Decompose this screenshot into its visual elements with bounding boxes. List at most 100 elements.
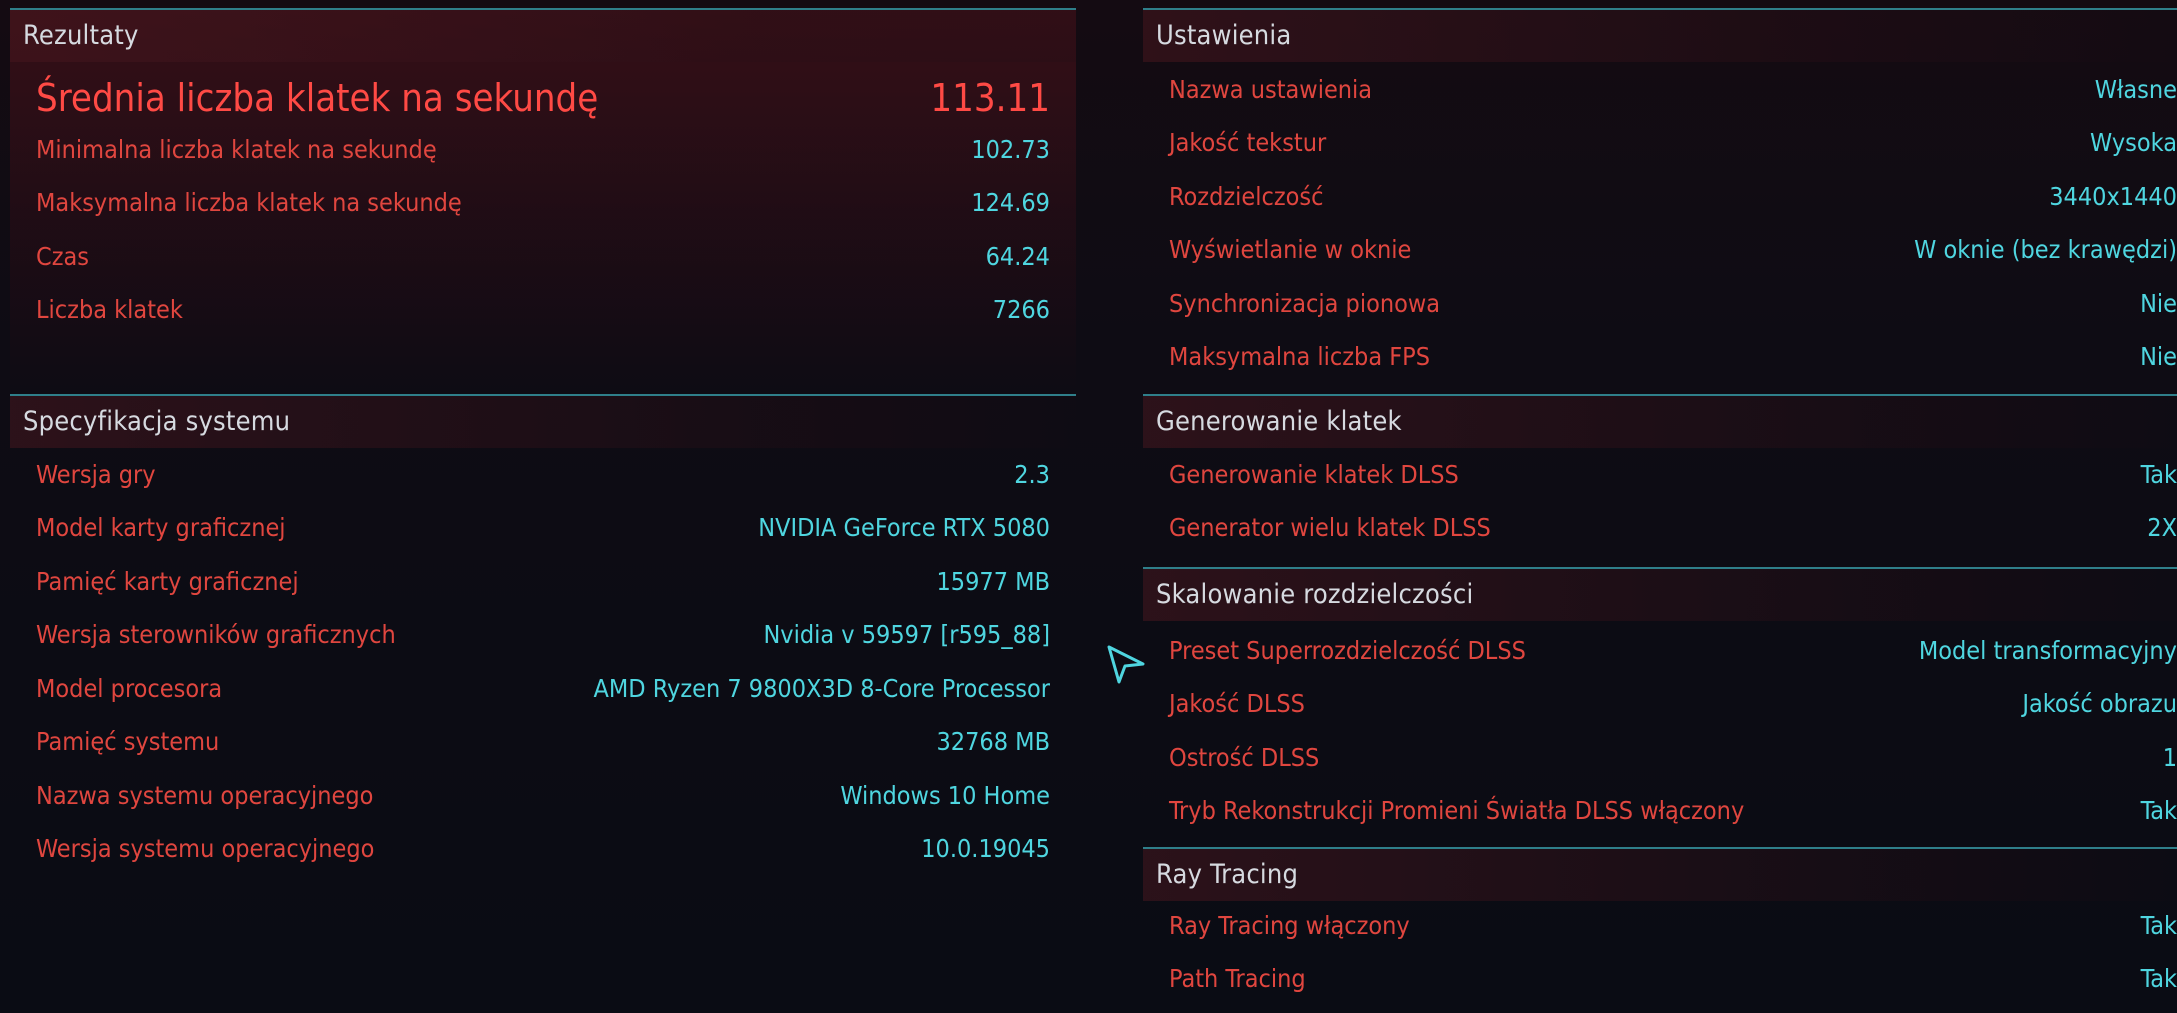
- setting-row-dlss-sharpness: Ostrość DLSS 1: [1143, 731, 2177, 784]
- setting-row-texture-quality: Jakość tekstur Wysoka: [1143, 116, 2177, 169]
- row-label: Generator wielu klatek DLSS: [1169, 513, 1491, 542]
- row-value: Model transformacyjny: [1918, 636, 2177, 665]
- result-row-frames: Liczba klatek 7266: [10, 283, 1076, 336]
- row-label: Preset Superrozdzielczość DLSS: [1169, 636, 1526, 665]
- setting-row-resolution: Rozdzielczość 3440x1440: [1143, 170, 2177, 223]
- row-label: Maksymalna liczba FPS: [1169, 342, 1431, 371]
- resolution-scaling-section: Skalowanie rozdzielczości Preset Superro…: [1143, 567, 2177, 849]
- row-value: 10.0.19045: [921, 834, 1050, 863]
- setting-row-vsync: Synchronizacja pionowa Nie: [1143, 277, 2177, 330]
- row-value: 7266: [992, 295, 1050, 324]
- row-label: Wersja sterowników graficznych: [36, 620, 396, 649]
- setting-row-window-mode: Wyświetlanie w oknie W oknie (bez krawęd…: [1143, 223, 2177, 276]
- results-section: Rezultaty Średnia liczba klatek na sekun…: [10, 8, 1076, 394]
- setting-row-dlss-ray-reconstruction: Tryb Rekonstrukcji Promieni Światła DLSS…: [1143, 784, 2177, 837]
- row-label: Model karty graficznej: [36, 513, 286, 542]
- frame-generation-header: Generowanie klatek: [1143, 396, 2177, 448]
- resolution-scaling-header: Skalowanie rozdzielczości: [1143, 569, 2177, 621]
- row-value: 1: [2162, 743, 2177, 772]
- row-value: Windows 10 Home: [840, 781, 1050, 810]
- row-label: Wersja gry: [36, 460, 156, 489]
- row-value: 2.3: [1014, 460, 1050, 489]
- row-label: Path Tracing: [1169, 964, 1306, 993]
- results-title: Rezultaty: [23, 20, 139, 51]
- setting-row-path-tracing: Path Tracing Tak: [1143, 952, 2177, 1005]
- row-value: 2X: [2147, 513, 2177, 542]
- spec-row-os-name: Nazwa systemu operacyjnego Windows 10 Ho…: [10, 769, 1076, 822]
- result-row-max-fps: Maksymalna liczba klatek na sekundę 124.…: [10, 176, 1076, 229]
- row-label: Pamięć systemu: [36, 727, 220, 756]
- setting-row-dlss-multi-frame: Generator wielu klatek DLSS 2X: [1143, 501, 2177, 554]
- row-label: Liczba klatek: [36, 295, 183, 324]
- row-value: Tak: [2140, 911, 2177, 940]
- row-value: 113.11: [930, 76, 1050, 120]
- spec-row-game-version: Wersja gry 2.3: [10, 448, 1076, 501]
- result-row-time: Czas 64.24: [10, 230, 1076, 283]
- row-value: NVIDIA GeForce RTX 5080: [758, 513, 1050, 542]
- row-value: 64.24: [985, 242, 1050, 271]
- resolution-scaling-title: Skalowanie rozdzielczości: [1156, 579, 1474, 610]
- setting-row-max-fps: Maksymalna liczba FPS Nie: [1143, 330, 2177, 383]
- row-value: Nie: [2140, 289, 2177, 318]
- ray-tracing-section: Ray Tracing Ray Tracing włączony Tak Pat…: [1143, 847, 2177, 1013]
- row-label: Nazwa ustawienia: [1169, 75, 1373, 104]
- system-spec-header: Specyfikacja systemu: [10, 396, 1076, 448]
- frame-generation-title: Generowanie klatek: [1156, 406, 1402, 437]
- system-spec-title: Specyfikacja systemu: [23, 406, 291, 437]
- frame-generation-section: Generowanie klatek Generowanie klatek DL…: [1143, 394, 2177, 568]
- row-value: Tak: [2140, 796, 2177, 825]
- setting-row-dlss-preset: Preset Superrozdzielczość DLSS Model tra…: [1143, 624, 2177, 677]
- setting-row-dlss-frame-gen: Generowanie klatek DLSS Tak: [1143, 448, 2177, 501]
- benchmark-results-screen: Rezultaty Średnia liczba klatek na sekun…: [0, 0, 2177, 1013]
- system-spec-section: Specyfikacja systemu Wersja gry 2.3 Mode…: [10, 394, 1076, 876]
- row-label: Generowanie klatek DLSS: [1169, 460, 1459, 489]
- row-label: Pamięć karty graficznej: [36, 567, 299, 596]
- row-label: Średnia liczba klatek na sekundę: [36, 76, 599, 120]
- row-label: Ostrość DLSS: [1169, 743, 1320, 772]
- spec-row-driver-version: Wersja sterowników graficznych Nvidia v …: [10, 608, 1076, 661]
- spec-row-os-version: Wersja systemu operacyjnego 10.0.19045: [10, 822, 1076, 875]
- row-label: Jakość tekstur: [1169, 128, 1327, 157]
- spec-row-cpu-model: Model procesora AMD Ryzen 7 9800X3D 8-Co…: [10, 662, 1076, 715]
- row-value: Tak: [2140, 964, 2177, 993]
- row-label: Nazwa systemu operacyjnego: [36, 781, 374, 810]
- row-value: W oknie (bez krawędzi): [1914, 235, 2177, 264]
- spec-row-gpu-model: Model karty graficznej NVIDIA GeForce RT…: [10, 501, 1076, 554]
- row-value: Nvidia v 59597 [r595_88]: [763, 620, 1050, 649]
- settings-header: Ustawienia: [1143, 10, 2177, 62]
- spec-row-system-memory: Pamięć systemu 32768 MB: [10, 715, 1076, 768]
- row-label: Tryb Rekonstrukcji Promieni Światła DLSS…: [1169, 796, 1745, 825]
- result-row-min-fps: Minimalna liczba klatek na sekundę 102.7…: [10, 123, 1076, 176]
- row-label: Model procesora: [36, 674, 223, 703]
- setting-row-preset-name: Nazwa ustawienia Własne: [1143, 63, 2177, 116]
- row-value: AMD Ryzen 7 9800X3D 8-Core Processor: [593, 674, 1051, 703]
- spec-row-gpu-memory: Pamięć karty graficznej 15977 MB: [10, 555, 1076, 608]
- row-label: Czas: [36, 242, 90, 271]
- row-value: 32768 MB: [936, 727, 1050, 756]
- row-label: Minimalna liczba klatek na sekundę: [36, 135, 437, 164]
- row-label: Jakość DLSS: [1169, 689, 1305, 718]
- settings-title: Ustawienia: [1156, 20, 1292, 51]
- row-value: 102.73: [971, 135, 1050, 164]
- row-label: Synchronizacja pionowa: [1169, 289, 1441, 318]
- row-value: Wysoka: [2090, 128, 2177, 157]
- row-label: Maksymalna liczba klatek na sekundę: [36, 188, 462, 217]
- results-header: Rezultaty: [10, 10, 1076, 62]
- row-value: 3440x1440: [2049, 182, 2177, 211]
- row-value: Jakość obrazu: [2022, 689, 2177, 718]
- ray-tracing-title: Ray Tracing: [1156, 859, 1299, 890]
- row-value: Tak: [2140, 460, 2177, 489]
- setting-row-dlss-quality: Jakość DLSS Jakość obrazu: [1143, 677, 2177, 730]
- row-value: Własne: [2094, 75, 2177, 104]
- cursor-arrow-icon: [1107, 645, 1145, 684]
- row-label: Wersja systemu operacyjnego: [36, 834, 375, 863]
- setting-row-ray-tracing: Ray Tracing włączony Tak: [1143, 899, 2177, 952]
- settings-section: Ustawienia Nazwa ustawienia Własne Jakoś…: [1143, 8, 2177, 394]
- ray-tracing-header: Ray Tracing: [1143, 849, 2177, 901]
- row-value: 15977 MB: [936, 567, 1050, 596]
- row-label: Ray Tracing włączony: [1169, 911, 1410, 940]
- row-value: 124.69: [971, 188, 1050, 217]
- row-label: Rozdzielczość: [1169, 182, 1324, 211]
- result-row-avg-fps: Średnia liczba klatek na sekundę 113.11: [10, 70, 1076, 126]
- row-value: Nie: [2140, 342, 2177, 371]
